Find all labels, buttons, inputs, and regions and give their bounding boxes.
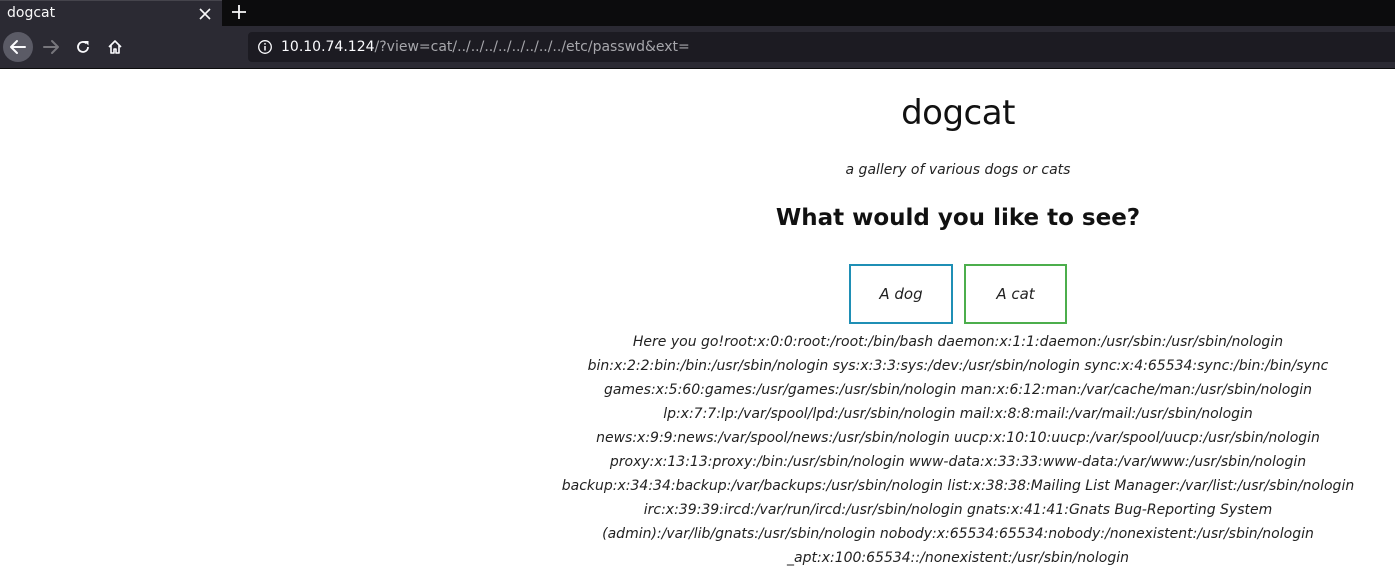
page-subtitle: a gallery of various dogs or cats <box>845 162 1071 178</box>
file-output: Here you go!root:x:0:0:root:/root:/bin/b… <box>561 334 1355 566</box>
cat-button[interactable]: A cat <box>964 264 1067 324</box>
page-content: dogcat a gallery of various dogs or cats… <box>0 69 1395 566</box>
tab-bar: dogcat <box>0 0 1395 26</box>
tab-title: dogcat <box>7 5 56 21</box>
url-text[interactable]: 10.10.74.124/?view=cat/../../../../../..… <box>281 39 690 55</box>
home-icon[interactable] <box>100 32 130 62</box>
address-bar[interactable]: 10.10.74.124/?view=cat/../../../../../..… <box>248 32 1395 62</box>
close-icon[interactable] <box>195 4 215 24</box>
arrow-right-icon[interactable] <box>36 32 66 62</box>
url-host: 10.10.74.124 <box>281 39 375 55</box>
tab-dogcat[interactable]: dogcat <box>0 0 222 26</box>
reload-icon[interactable] <box>68 32 98 62</box>
url-path: /?view=cat/../../../../../../../../etc/p… <box>374 39 690 55</box>
arrow-left-icon[interactable] <box>3 32 33 62</box>
dog-button[interactable]: A dog <box>849 264 953 324</box>
navigation-toolbar: 10.10.74.124/?view=cat/../../../../../..… <box>0 26 1395 69</box>
info-icon[interactable] <box>257 39 273 55</box>
question-heading: What would you like to see? <box>775 205 1141 231</box>
page-title: dogcat <box>901 93 1015 133</box>
plus-icon[interactable] <box>228 1 250 23</box>
